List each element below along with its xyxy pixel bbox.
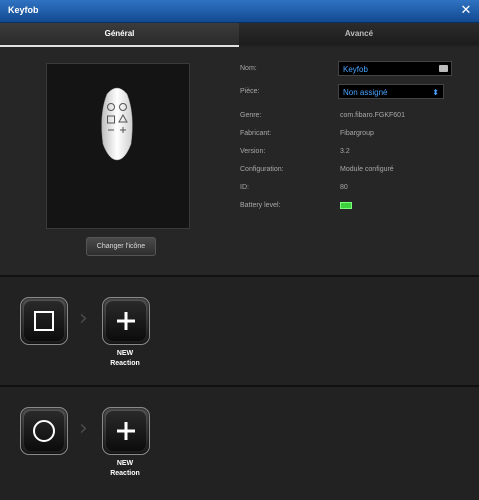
- change-icon-button[interactable]: Changer l'icône: [86, 237, 156, 256]
- version-label: Version:: [240, 148, 266, 155]
- room-select[interactable]: Non assigné ⬍: [338, 84, 444, 99]
- tab-advanced[interactable]: Avancé: [239, 23, 479, 45]
- chevron-right-icon: ›: [79, 306, 88, 331]
- new-reaction-button[interactable]: [102, 407, 150, 455]
- type-label: Genre:: [240, 112, 262, 119]
- room-label: Pièce:: [240, 88, 260, 95]
- id-value: 80: [340, 184, 348, 191]
- type-value: com.fibaro.FGKF601: [340, 112, 405, 119]
- name-value: Keyfob: [343, 65, 368, 74]
- room-value: Non assigné: [343, 88, 388, 97]
- battery-label: Battery level:: [240, 202, 281, 209]
- scene-row-circle: › NEW Reaction: [0, 387, 479, 500]
- general-panel: Changer l'icône: [0, 47, 479, 275]
- square-icon: [34, 311, 54, 331]
- chevron-right-icon: ›: [79, 416, 88, 441]
- maker-value: Fibargroup: [340, 130, 374, 137]
- scene-row-square: › NEW Reaction: [0, 277, 479, 385]
- config-value: Module configuré: [340, 166, 394, 173]
- keyfob-image: [101, 87, 133, 161]
- circle-icon: [33, 420, 55, 442]
- version-value: 3.2: [340, 148, 350, 155]
- config-label: Configuration:: [240, 166, 284, 173]
- tab-general[interactable]: Général: [0, 23, 239, 47]
- trigger-button-circle[interactable]: [20, 407, 68, 455]
- window-title: Keyfob: [8, 5, 39, 15]
- battery-icon: [340, 202, 352, 209]
- plus-icon: [117, 422, 135, 440]
- plus-icon: [117, 312, 135, 330]
- trigger-button-square[interactable]: [20, 297, 68, 345]
- name-label: Nom:: [240, 65, 257, 72]
- name-input[interactable]: Keyfob: [338, 61, 452, 76]
- device-image-frame: [46, 63, 190, 229]
- new-reaction-button[interactable]: [102, 297, 150, 345]
- tab-bar: Général Avancé: [0, 23, 479, 47]
- new-reaction-label: NEW Reaction: [110, 350, 140, 367]
- maker-label: Fabricant:: [240, 130, 272, 137]
- chevron-updown-icon: ⬍: [432, 88, 439, 97]
- new-reaction-label: NEW Reaction: [110, 460, 140, 477]
- keyboard-icon[interactable]: [439, 65, 448, 72]
- window-titlebar: Keyfob ✕: [0, 0, 479, 23]
- id-label: ID:: [240, 184, 249, 191]
- close-icon[interactable]: ✕: [459, 3, 473, 17]
